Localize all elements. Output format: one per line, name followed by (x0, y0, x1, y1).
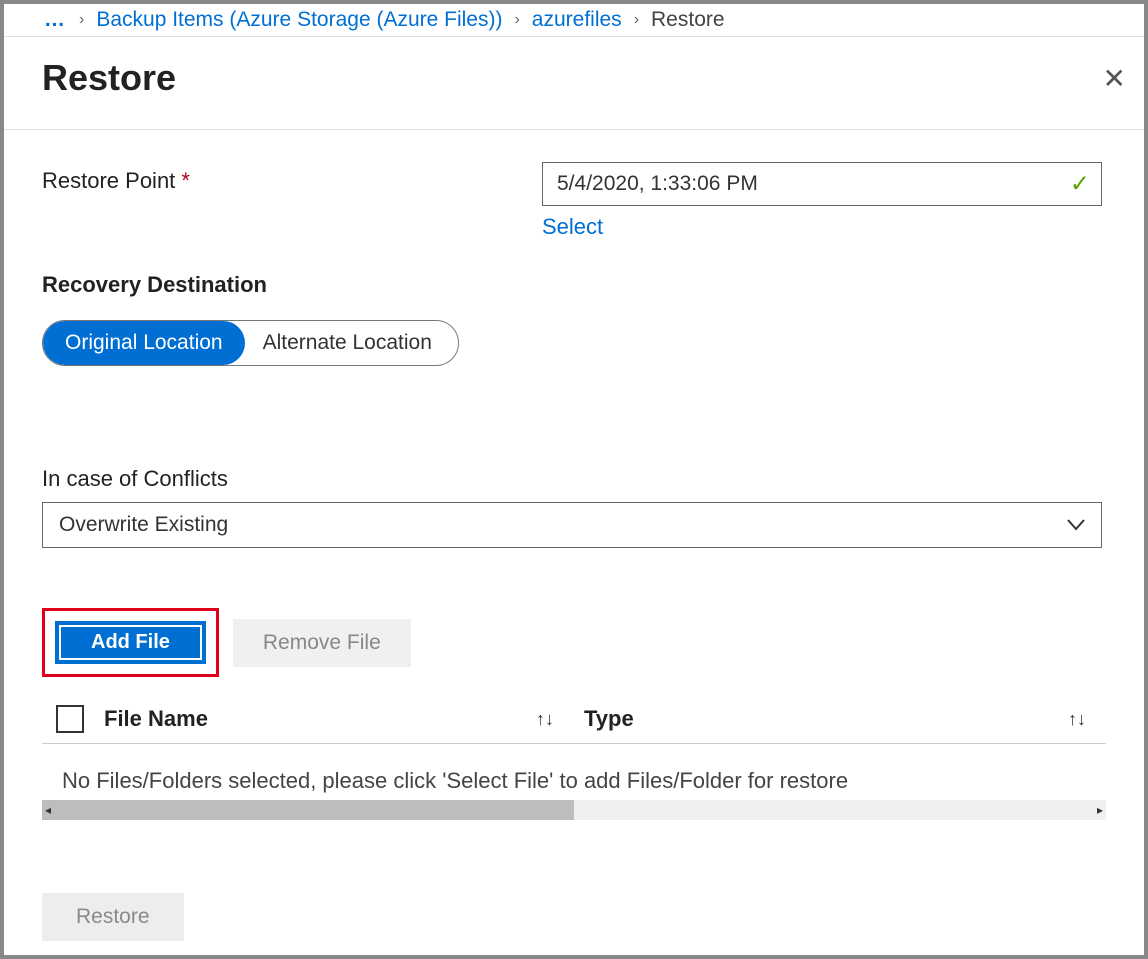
conflicts-dropdown[interactable]: Overwrite Existing (42, 502, 1102, 548)
sort-icon[interactable]: ↑↓ (1068, 709, 1086, 730)
column-filename[interactable]: File Name (104, 706, 208, 732)
close-icon[interactable]: ✕ (1103, 62, 1126, 95)
checkmark-icon: ✓ (1070, 170, 1090, 199)
page-header: Restore ✕ (4, 37, 1144, 130)
chevron-right-icon: › (514, 11, 519, 29)
breadcrumb: … › Backup Items (Azure Storage (Azure F… (4, 4, 1144, 37)
chevron-right-icon: › (634, 11, 639, 29)
file-table-header: File Name ↑↓ Type ↑↓ (42, 705, 1106, 744)
select-restore-point-link[interactable]: Select (542, 214, 603, 240)
recovery-option-original[interactable]: Original Location (43, 321, 245, 365)
chevron-down-icon (1067, 515, 1085, 536)
recovery-option-alternate[interactable]: Alternate Location (245, 321, 458, 365)
restore-point-field: Restore Point * ✓ Select (42, 162, 1106, 240)
sort-icon[interactable]: ↑↓ (536, 709, 554, 730)
breadcrumb-current: Restore (651, 8, 725, 32)
recovery-destination-toggle: Original Location Alternate Location (42, 320, 459, 366)
chevron-right-icon: › (79, 11, 84, 29)
page-title: Restore (42, 57, 176, 99)
scrollbar-thumb[interactable] (42, 800, 574, 820)
empty-table-message: No Files/Folders selected, please click … (42, 744, 1106, 794)
horizontal-scrollbar[interactable]: ◂ ▸ (42, 800, 1106, 820)
add-file-highlight: Add File (42, 608, 219, 677)
recovery-destination-title: Recovery Destination (42, 272, 1106, 298)
scroll-left-icon[interactable]: ◂ (42, 803, 54, 817)
restore-button[interactable]: Restore (42, 893, 184, 941)
conflicts-label: In case of Conflicts (42, 466, 1106, 492)
column-type[interactable]: Type (584, 706, 634, 732)
restore-point-input[interactable] (542, 162, 1102, 206)
scroll-right-icon[interactable]: ▸ (1094, 803, 1106, 817)
breadcrumb-ellipsis[interactable]: … (44, 8, 67, 32)
breadcrumb-backup-items[interactable]: Backup Items (Azure Storage (Azure Files… (96, 8, 502, 32)
conflicts-selected-value: Overwrite Existing (59, 513, 228, 537)
breadcrumb-azurefiles[interactable]: azurefiles (532, 8, 622, 32)
remove-file-button[interactable]: Remove File (233, 619, 411, 667)
restore-point-label: Restore Point * (42, 162, 542, 194)
add-file-button[interactable]: Add File (55, 621, 206, 664)
select-all-checkbox[interactable] (56, 705, 84, 733)
